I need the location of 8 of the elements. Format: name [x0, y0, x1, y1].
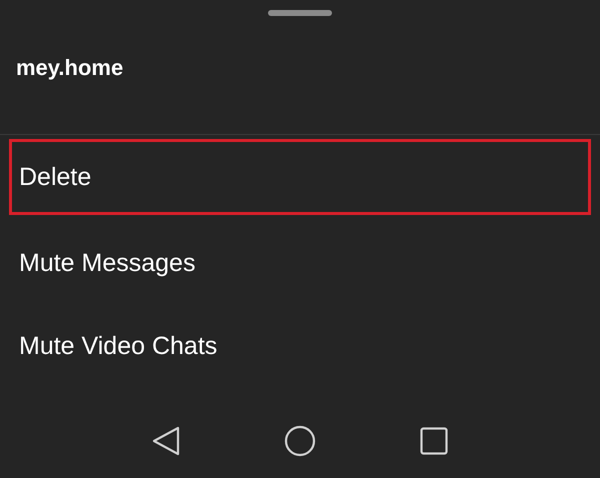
home-icon[interactable]: [284, 425, 316, 457]
drag-handle[interactable]: [268, 10, 332, 16]
menu-item[interactable]: Mute Messages: [9, 222, 591, 305]
menu-item[interactable]: Mute Video Chats: [9, 305, 591, 388]
sheet-title: mey.home: [16, 55, 124, 81]
back-icon[interactable]: [152, 426, 180, 456]
menu-item[interactable]: Delete: [9, 139, 591, 215]
recents-icon[interactable]: [420, 427, 448, 455]
